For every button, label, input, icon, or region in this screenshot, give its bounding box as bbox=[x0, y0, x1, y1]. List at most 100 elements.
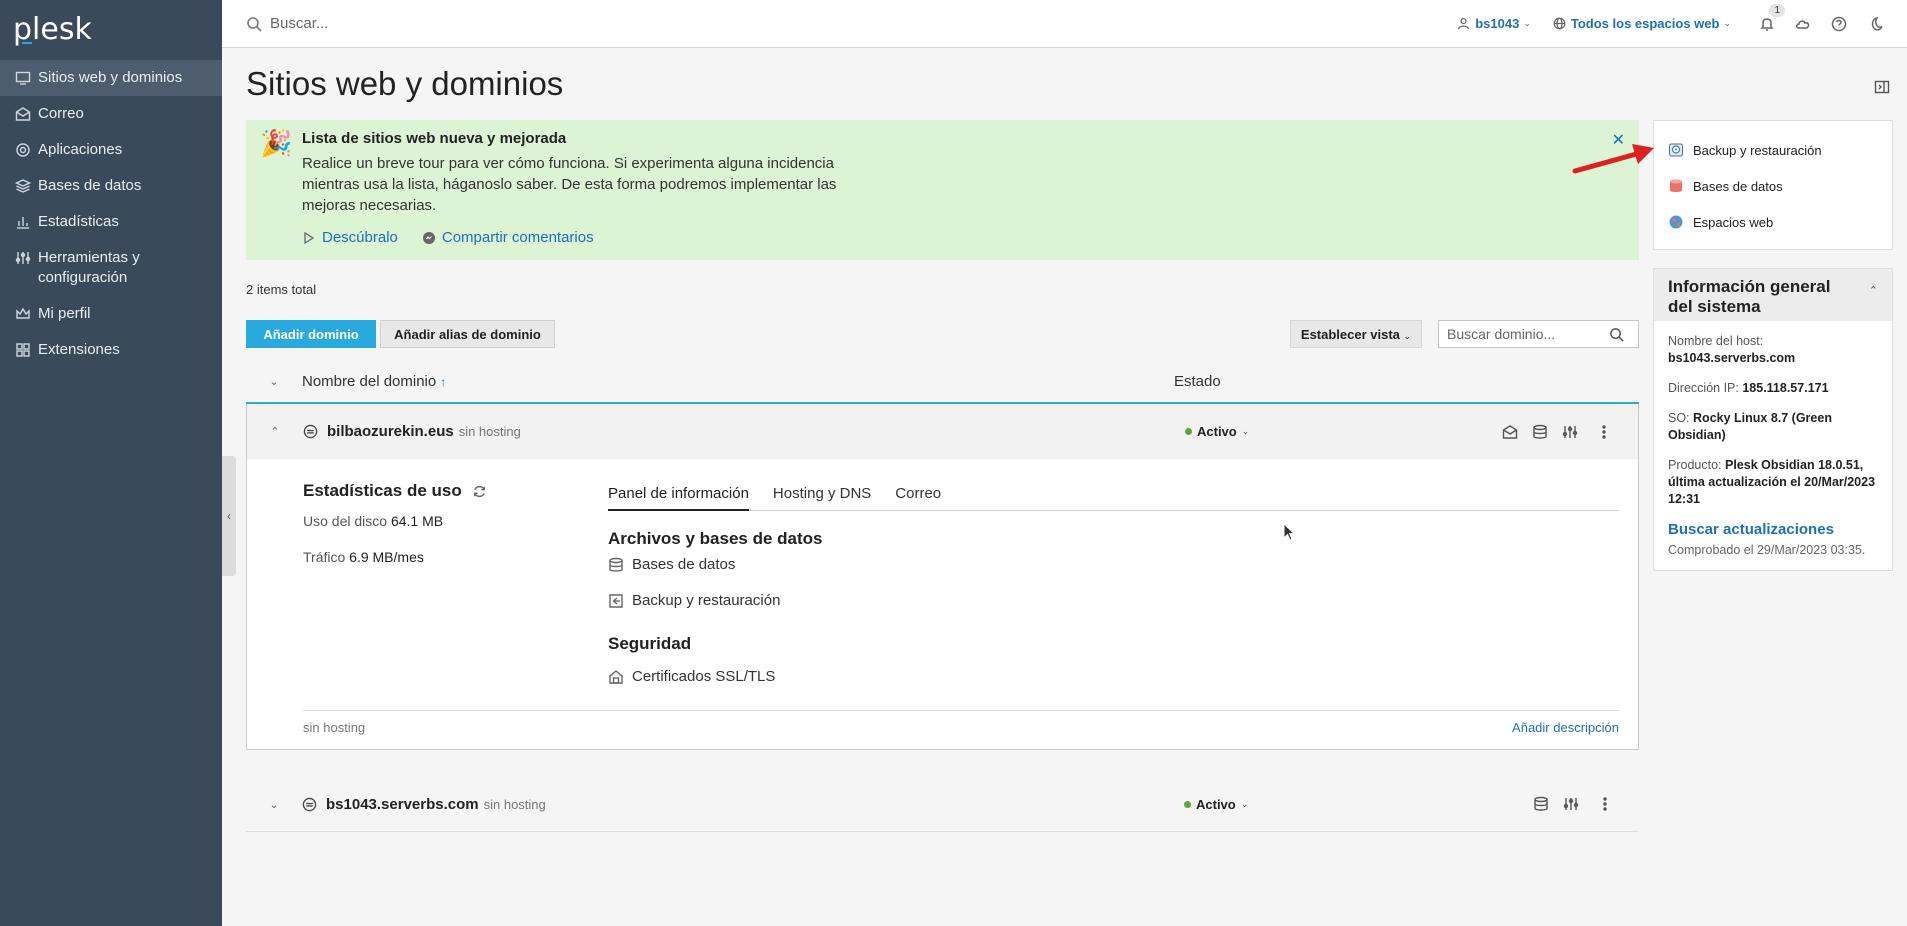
sidebar-item-applications[interactable]: Aplicaciones bbox=[0, 132, 222, 168]
status-active-dot bbox=[1184, 800, 1191, 808]
domain-icon bbox=[302, 797, 317, 811]
notification-badge: 1 bbox=[1769, 3, 1785, 17]
sliders-icon[interactable] bbox=[1563, 796, 1579, 812]
domain-name-link[interactable]: bs1043.serverbs.com bbox=[326, 796, 479, 813]
sidebar-item-databases[interactable]: Bases de datos bbox=[0, 168, 222, 204]
database-icon[interactable] bbox=[1533, 796, 1549, 812]
quick-link-label: Espacios web bbox=[1693, 214, 1774, 230]
traffic-value: 6.9 MB/mes bbox=[349, 549, 424, 565]
sliders-icon[interactable] bbox=[1562, 424, 1578, 440]
hosting-type: sin hosting bbox=[483, 796, 546, 812]
puzzle-icon bbox=[14, 340, 31, 360]
tab-hosting-dns[interactable]: Hosting y DNS bbox=[773, 481, 871, 511]
expand-row-toggle[interactable]: ⌄ bbox=[246, 798, 302, 811]
backup-icon bbox=[609, 593, 623, 608]
collapse-row-toggle[interactable]: ⌃ bbox=[247, 425, 303, 438]
more-vertical-icon[interactable] bbox=[1597, 796, 1613, 812]
search-icon[interactable] bbox=[1609, 327, 1624, 342]
sidebar-item-mail[interactable]: Correo bbox=[0, 96, 222, 132]
sidebar-item-statistics[interactable]: Estadísticas bbox=[0, 204, 222, 240]
sidebar-item-extensions[interactable]: Extensiones bbox=[0, 332, 222, 368]
os-value: Rocky Linux 8.7 (Green Obsidian) bbox=[1668, 411, 1832, 442]
traffic-usage: Tráfico 6.9 MB/mes bbox=[303, 549, 487, 565]
subscription-selector[interactable]: Todos los espacios web ⌄ bbox=[1553, 16, 1731, 31]
refresh-icon[interactable] bbox=[472, 484, 487, 499]
last-checked: Comprobado el 29/Mar/2023 03:35. bbox=[1668, 543, 1866, 557]
domain-name-link[interactable]: bilbaozurekin.eus bbox=[327, 423, 454, 440]
set-view-label: Establecer vista bbox=[1300, 326, 1400, 342]
sidebar: plesk Sitios web y dominios Correo Aplic… bbox=[0, 0, 222, 926]
tour-link-label: Descúbralo bbox=[322, 229, 398, 246]
global-search[interactable] bbox=[222, 15, 1122, 32]
ssl-certificates-link[interactable]: Certificados SSL/TLS bbox=[608, 668, 775, 685]
cloud-button[interactable] bbox=[1791, 12, 1815, 36]
backup-restore-link[interactable]: Backup y restauración bbox=[608, 592, 780, 609]
status-dropdown[interactable]: Activo ⌄ bbox=[1184, 797, 1248, 812]
status-dropdown[interactable]: Activo ⌄ bbox=[1185, 424, 1249, 439]
check-updates-link[interactable]: Buscar actualizaciones bbox=[1668, 521, 1878, 538]
domain-icon bbox=[303, 424, 318, 439]
mail-icon[interactable] bbox=[1502, 424, 1518, 440]
moon-icon bbox=[1871, 16, 1883, 31]
sidebar-item-websites[interactable]: Sitios web y dominios bbox=[0, 60, 222, 96]
os-label: SO: bbox=[1668, 411, 1690, 425]
domain-search-input[interactable] bbox=[1439, 326, 1609, 342]
layers-icon bbox=[14, 176, 31, 196]
panel-icon bbox=[1874, 80, 1890, 94]
add-description-link[interactable]: Añadir descripción bbox=[1512, 720, 1619, 735]
domain-search[interactable] bbox=[1438, 320, 1639, 348]
status-label: Activo bbox=[1196, 796, 1236, 812]
expand-all-toggle[interactable]: ⌄ bbox=[246, 375, 302, 388]
crown-icon bbox=[14, 304, 31, 324]
row-tabs: Panel de información Hosting y DNS Corre… bbox=[608, 481, 1619, 511]
global-search-input[interactable] bbox=[270, 15, 870, 32]
mouse-cursor bbox=[1283, 523, 1296, 541]
table-row[interactable]: ⌄ bs1043.serverbs.com sin hosting Activo… bbox=[246, 777, 1639, 832]
items-total: 2 items total bbox=[246, 282, 317, 297]
tab-dashboard[interactable]: Panel de información bbox=[608, 481, 749, 511]
tour-link[interactable]: Descúbralo bbox=[302, 229, 398, 246]
announcement-banner: 🎉 Lista de sitios web nueva y mejorada R… bbox=[246, 120, 1639, 260]
set-view-button[interactable]: Establecer vista ⌄ bbox=[1290, 320, 1422, 348]
side-panel-toggle[interactable] bbox=[1874, 79, 1890, 95]
quick-link-webspaces[interactable]: Espacios web bbox=[1654, 204, 1892, 240]
play-icon bbox=[304, 231, 315, 244]
plesk-logo[interactable]: plesk bbox=[0, 0, 222, 60]
help-icon bbox=[1831, 16, 1847, 31]
help-button[interactable] bbox=[1827, 12, 1851, 36]
theme-toggle-button[interactable] bbox=[1863, 12, 1887, 36]
quick-link-backup[interactable]: Backup y restauración bbox=[1654, 132, 1892, 168]
sidebar-item-label: Mi perfil bbox=[38, 305, 91, 322]
disk-usage: Uso del disco 64.1 MB bbox=[303, 513, 487, 529]
sidebar-collapse-handle[interactable]: ‹ bbox=[222, 456, 236, 576]
sidebar-item-tools[interactable]: Herramientas y configuración bbox=[0, 240, 222, 296]
backup-restore-label: Backup y restauración bbox=[632, 592, 781, 609]
add-domain-button[interactable]: Añadir dominio bbox=[246, 320, 376, 348]
chevron-up-icon[interactable]: ⌃ bbox=[1869, 281, 1878, 301]
host-value: bs1043.serverbs.com bbox=[1668, 351, 1796, 365]
quick-link-label: Backup y restauración bbox=[1693, 142, 1822, 158]
tab-mail[interactable]: Correo bbox=[895, 481, 941, 511]
quick-link-databases[interactable]: Bases de datos bbox=[1654, 168, 1892, 204]
ip-label: Dirección IP: bbox=[1668, 381, 1739, 395]
files-section-title: Archivos y bases de datos bbox=[608, 529, 823, 548]
column-header-name[interactable]: Nombre del dominio ↑ bbox=[302, 373, 1174, 390]
sidebar-item-label: Correo bbox=[38, 105, 84, 122]
sidebar-item-label: Bases de datos bbox=[38, 177, 142, 194]
usage-title: Estadísticas de uso bbox=[303, 481, 487, 501]
user-menu[interactable]: bs1043 ⌄ bbox=[1457, 16, 1531, 31]
add-alias-button[interactable]: Añadir alias de dominio bbox=[380, 320, 555, 348]
column-header-state[interactable]: Estado bbox=[1174, 373, 1221, 390]
databases-link[interactable]: Bases de datos bbox=[608, 556, 735, 573]
banner-title: Lista de sitios web nueva y mejorada bbox=[302, 130, 567, 147]
notifications-button[interactable]: 1 bbox=[1755, 3, 1785, 36]
sidebar-item-profile[interactable]: Mi perfil bbox=[0, 296, 222, 332]
more-vertical-icon[interactable] bbox=[1596, 424, 1612, 440]
topbar: bs1043 ⌄ Todos los espacios web ⌄ 1 bbox=[222, 0, 1907, 48]
ssl-certificates-label: Certificados SSL/TLS bbox=[632, 668, 776, 685]
databases-link-label: Bases de datos bbox=[632, 556, 736, 573]
feedback-link[interactable]: Compartir comentarios bbox=[422, 229, 594, 246]
row-header[interactable]: ⌃ bilbaozurekin.eus sin hosting Activo ⌄ bbox=[247, 404, 1638, 459]
database-icon[interactable] bbox=[1532, 424, 1548, 440]
system-info-header[interactable]: Información general del sistema ⌃ bbox=[1654, 269, 1892, 321]
